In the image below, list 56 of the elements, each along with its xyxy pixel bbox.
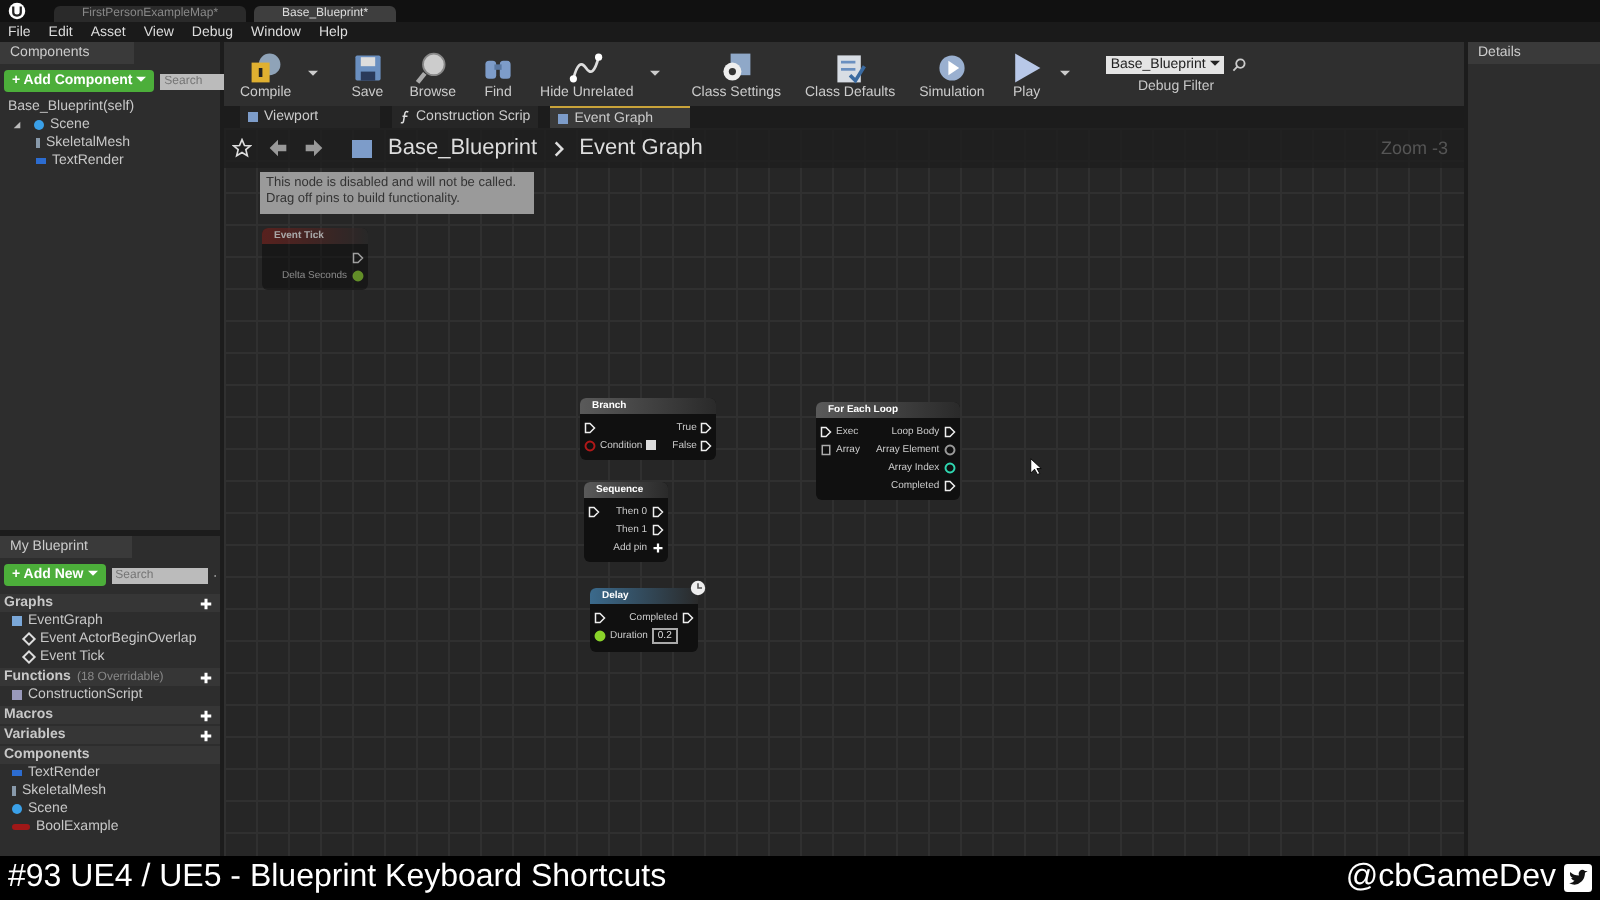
exec-pin-icon[interactable] <box>584 421 596 433</box>
function-icon <box>12 690 22 700</box>
caret-icon[interactable] <box>1060 70 1071 78</box>
play-circle-icon <box>933 49 970 85</box>
add-icon[interactable] <box>200 729 212 741</box>
scene-icon <box>34 120 44 130</box>
text-icon <box>36 158 46 164</box>
caret-icon <box>136 76 147 84</box>
star-icon[interactable] <box>232 138 252 158</box>
exec-pin-icon[interactable] <box>588 505 600 517</box>
text-icon <box>12 770 22 776</box>
add-icon[interactable] <box>200 709 212 721</box>
array-pin-icon[interactable] <box>820 443 832 455</box>
function-icon <box>400 110 410 124</box>
exec-pin-icon[interactable] <box>651 505 664 517</box>
plus-icon[interactable] <box>651 541 664 553</box>
viewport-icon <box>248 112 258 122</box>
forward-arrow-icon[interactable] <box>304 138 324 158</box>
data-pin-icon[interactable] <box>943 443 956 455</box>
curve-icon <box>568 49 605 85</box>
scene-icon <box>12 804 22 814</box>
mouse-cursor-icon <box>1030 458 1042 476</box>
exec-pin-icon[interactable] <box>943 425 956 437</box>
save-icon <box>349 49 386 85</box>
chevron-icon <box>553 139 564 157</box>
caret-icon[interactable] <box>649 70 660 78</box>
clipboard-icon <box>832 49 869 85</box>
exec-pin-icon[interactable] <box>594 611 606 623</box>
add-icon[interactable] <box>200 597 212 609</box>
exec-pin-icon[interactable] <box>700 439 713 451</box>
video-title: #93 UE4 / UE5 - Blueprint Keyboard Shortcuts <box>8 860 669 896</box>
graph-icon <box>558 113 569 123</box>
expand-arrow-icon[interactable] <box>12 120 22 130</box>
back-arrow-icon[interactable] <box>268 138 288 158</box>
bird-icon <box>1564 864 1592 892</box>
magnifier-icon <box>414 49 451 85</box>
graph-icon <box>352 139 372 157</box>
data-pin-icon[interactable] <box>594 630 606 642</box>
caret-icon[interactable] <box>307 70 318 78</box>
settings-icon <box>718 49 755 85</box>
exec-pin-icon[interactable] <box>651 523 664 535</box>
exec-pin-icon[interactable] <box>820 425 832 437</box>
graph-icon <box>12 616 22 626</box>
caret-icon <box>1209 59 1220 67</box>
caret-icon <box>87 570 98 578</box>
data-pin-icon[interactable] <box>943 461 956 473</box>
search-icon[interactable] <box>1231 57 1246 71</box>
twitter-handle: @cbGameDev <box>1345 860 1556 896</box>
exec-pin-icon[interactable] <box>700 421 713 433</box>
breadcrumb-link[interactable]: Base_Blueprint <box>388 136 538 160</box>
variable-pill-icon <box>12 824 30 830</box>
breadcrumb-current: Event Graph <box>579 136 703 160</box>
checkbox[interactable] <box>646 440 657 450</box>
exec-pin-icon[interactable] <box>943 479 956 491</box>
exec-pin-icon[interactable] <box>681 611 694 623</box>
add-icon[interactable] <box>200 671 212 683</box>
